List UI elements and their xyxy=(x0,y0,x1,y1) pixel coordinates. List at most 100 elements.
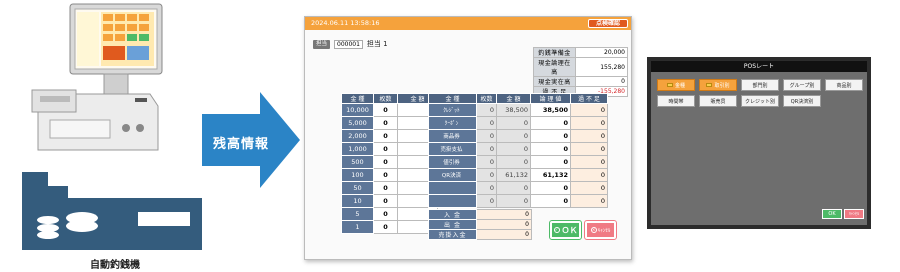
report-button[interactable]: 販売员 xyxy=(699,95,737,107)
payment-count[interactable]: 0 xyxy=(476,103,497,117)
denomination-count[interactable]: 0 xyxy=(373,220,398,234)
auto-change-machine-caption: 自動釣銭機 xyxy=(90,260,140,271)
denomination-count[interactable]: 0 xyxy=(373,129,398,143)
report-button-label: 金種 xyxy=(674,82,685,89)
denomination-count[interactable]: 0 xyxy=(373,116,398,130)
denomination-denomination: 5,000 xyxy=(341,116,374,130)
report-button-label: 販売员 xyxy=(710,98,726,105)
report-button-label: 部門別 xyxy=(752,82,768,89)
report-button[interactable]: 取引別 xyxy=(699,79,737,91)
payment-logical-value: 61,132 xyxy=(530,168,571,182)
payment-amount[interactable]: 0 xyxy=(496,155,531,169)
payment-count[interactable]: 0 xyxy=(476,116,497,130)
payment-count[interactable]: 0 xyxy=(476,142,497,156)
payment-label: ｸｰﾎﾟﾝ xyxy=(428,116,477,130)
summary-label: 現金実在高 xyxy=(533,76,576,87)
payment-amount[interactable]: 38,500 xyxy=(496,103,531,117)
inout-value[interactable]: 0 xyxy=(476,219,532,230)
payment-label: QR決済 xyxy=(428,168,477,182)
payment-amount[interactable]: 0 xyxy=(496,116,531,130)
report-button[interactable]: 金種 xyxy=(657,79,695,91)
summary-row: 釣銭準備金 20,000 xyxy=(533,47,628,58)
denomination-count[interactable]: 0 xyxy=(373,103,398,117)
payment-amount[interactable]: 0 xyxy=(496,129,531,143)
inspection-confirm-button[interactable]: 点検確認 xyxy=(588,19,628,28)
inout-label: 売掛入金 xyxy=(428,229,477,240)
payment-difference: 0 xyxy=(570,116,608,130)
payment-label: 商品券 xyxy=(428,129,477,143)
pos-report-window: POSレート 金種 取引別 部門別 グループ別 商品別 時間帯 販売员 クレジット別 QR決済別… xyxy=(647,57,871,229)
payment-row: QR決済 0 61,132 61,132 0 xyxy=(428,168,608,182)
column-header: 枚数 xyxy=(476,93,497,104)
timestamp: 2024.06.11 13:58:16 xyxy=(311,19,380,27)
payment-label: 売掛支払 xyxy=(428,142,477,156)
report-button-label: 商品別 xyxy=(836,82,852,89)
inout-row: 売掛入金 0 xyxy=(428,229,532,240)
summary-row: 現金論理在高 155,280 xyxy=(533,57,628,77)
check-icon: ✓ xyxy=(553,227,560,233)
summary-label: 現金論理在高 xyxy=(533,57,576,77)
report-button-label: QR決済別 xyxy=(790,98,814,105)
denomination-denomination: 2,000 xyxy=(341,129,374,143)
ok-label: ＯＫ xyxy=(561,225,578,235)
denomination-row: 10,00000 xyxy=(341,103,438,117)
payment-amount[interactable]: 0 xyxy=(496,194,531,208)
payment-row: 商品券 0 0 0 0 xyxy=(428,129,608,143)
inout-label: 出 金 xyxy=(428,219,477,230)
payment-row: 値引券 0 0 0 0 xyxy=(428,155,608,169)
payment-logical-value: 0 xyxy=(530,181,571,195)
payment-label: 値引券 xyxy=(428,155,477,169)
payment-count[interactable]: 0 xyxy=(476,155,497,169)
payment-row: 売掛支払 0 0 0 0 xyxy=(428,142,608,156)
denomination-row: 2,00000 xyxy=(341,129,438,143)
denomination-denomination: 1 xyxy=(341,220,374,234)
inout-row: 出 金0 xyxy=(428,219,532,230)
pos-ok-button[interactable]: OK xyxy=(822,209,842,219)
pos-ok-label: OK xyxy=(828,211,836,217)
cancel-button[interactable]: × ｷｬﾝｾﾙ xyxy=(584,220,617,240)
denomination-count[interactable]: 0 xyxy=(373,207,398,221)
payment-difference: 0 xyxy=(570,142,608,156)
report-button[interactable]: 商品別 xyxy=(825,79,863,91)
report-button[interactable]: グループ別 xyxy=(783,79,821,91)
report-button-label: 取引別 xyxy=(714,82,730,89)
denomination-count[interactable]: 0 xyxy=(373,181,398,195)
column-header: 金 額 xyxy=(496,93,531,104)
payment-count[interactable]: 0 xyxy=(476,194,497,208)
payment-logical-value: 0 xyxy=(530,129,571,143)
ok-button[interactable]: ✓ ＯＫ xyxy=(549,220,582,240)
denomination-row: 100 xyxy=(341,220,438,234)
inout-label: 入 金 xyxy=(428,209,477,220)
payment-amount[interactable]: 0 xyxy=(496,181,531,195)
payment-amount[interactable]: 0 xyxy=(496,142,531,156)
inout-value[interactable]: 0 xyxy=(476,209,532,220)
payment-count[interactable]: 0 xyxy=(476,168,497,182)
staff-tag: 担当 xyxy=(313,39,331,49)
folder-icon xyxy=(666,83,673,87)
payment-difference: 0 xyxy=(570,155,608,169)
report-button[interactable]: QR決済別 xyxy=(783,95,821,107)
inout-value[interactable]: 0 xyxy=(476,229,532,240)
staff-row: 担当 000001 担当 1 xyxy=(313,39,388,49)
cancel-label: ｷｬﾝｾﾙ xyxy=(597,227,611,234)
payment-row: ｸｰﾎﾟﾝ 0 0 0 0 xyxy=(428,116,608,130)
denomination-count[interactable]: 0 xyxy=(373,168,398,182)
denomination-denomination: 50 xyxy=(341,181,374,195)
payment-row: 0000 xyxy=(428,194,608,208)
report-button[interactable]: クレジット別 xyxy=(741,95,779,107)
denomination-count[interactable]: 0 xyxy=(373,194,398,208)
staff-code-field[interactable]: 000001 xyxy=(334,39,363,49)
report-button-label: クレジット別 xyxy=(744,98,775,105)
denomination-count[interactable]: 0 xyxy=(373,142,398,156)
payment-logical-value: 0 xyxy=(530,155,571,169)
report-button[interactable]: 部門別 xyxy=(741,79,779,91)
pos-cancel-label: ｷｬﾝｾﾙ xyxy=(849,211,859,216)
pos-cancel-button[interactable]: ｷｬﾝｾﾙ xyxy=(844,209,864,219)
payment-count[interactable]: 0 xyxy=(476,129,497,143)
report-button-grid: 金種 取引別 部門別 グループ別 商品別時間帯 販売员 クレジット別 QR決済別 xyxy=(657,79,863,107)
payment-logical-value: 0 xyxy=(530,194,571,208)
denomination-count[interactable]: 0 xyxy=(373,155,398,169)
payment-amount[interactable]: 61,132 xyxy=(496,168,531,182)
payment-count[interactable]: 0 xyxy=(476,181,497,195)
report-button[interactable]: 時間帯 xyxy=(657,95,695,107)
